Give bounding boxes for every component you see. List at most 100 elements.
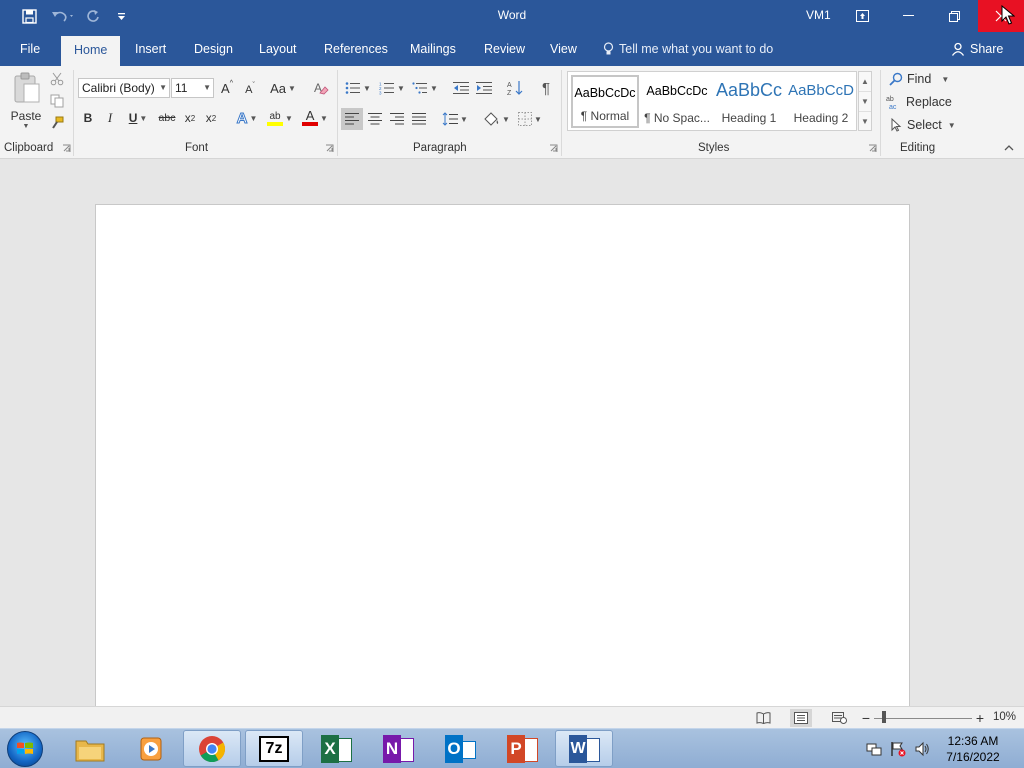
styles-dialog-launcher-icon[interactable] bbox=[868, 144, 877, 153]
style-no-spacing[interactable]: AaBbCcDc ¶ No Spac... bbox=[643, 75, 711, 128]
chevron-down-icon: ▼ bbox=[430, 83, 438, 93]
numbering-button[interactable]: 1 2 3 ▼ bbox=[376, 78, 408, 98]
select-button[interactable]: Select ▼ bbox=[889, 115, 956, 135]
file-explorer-app[interactable] bbox=[61, 730, 119, 767]
underline-letter: U bbox=[128, 111, 138, 125]
powerpoint-app[interactable]: P bbox=[493, 730, 551, 767]
web-layout-icon[interactable] bbox=[828, 709, 850, 727]
ribbon-tab-bar: File Home Insert Design Layout Reference… bbox=[0, 32, 1024, 66]
ribbon-display-options-button[interactable] bbox=[839, 0, 885, 32]
cut-icon[interactable] bbox=[48, 70, 66, 88]
start-button[interactable] bbox=[7, 731, 43, 767]
tab-view[interactable]: View bbox=[550, 42, 577, 56]
format-painter-icon[interactable] bbox=[48, 114, 66, 132]
tab-design[interactable]: Design bbox=[194, 42, 233, 56]
tab-home[interactable]: Home bbox=[61, 36, 121, 66]
media-player-app[interactable] bbox=[122, 730, 180, 767]
tab-mailings[interactable]: Mailings bbox=[410, 42, 456, 56]
tab-references[interactable]: References bbox=[324, 42, 388, 56]
zoom-percentage[interactable]: 10% bbox=[993, 711, 1016, 723]
copy-icon[interactable] bbox=[48, 92, 66, 110]
7zip-app[interactable]: 7z bbox=[245, 730, 303, 767]
styles-gallery-scroll: ▲ ▼ ▼ bbox=[858, 71, 872, 131]
show-formatting-marks-button[interactable]: ¶ bbox=[536, 78, 556, 98]
italic-button[interactable]: I bbox=[101, 108, 119, 128]
print-layout-icon[interactable] bbox=[790, 709, 812, 727]
highlighter-icon: ab bbox=[267, 111, 284, 126]
network-icon[interactable] bbox=[866, 741, 882, 757]
text-effects-button[interactable]: A ▼ bbox=[232, 108, 262, 128]
outlook-app[interactable]: O bbox=[431, 730, 489, 767]
minimize-button[interactable] bbox=[885, 0, 931, 32]
bullets-button[interactable]: ▼ bbox=[342, 78, 374, 98]
zoom-slider[interactable] bbox=[874, 718, 972, 719]
chevron-down-icon: ▼ bbox=[941, 74, 950, 84]
share-button[interactable]: Share bbox=[951, 42, 1003, 56]
excel-app[interactable]: X bbox=[307, 730, 365, 767]
restore-button[interactable] bbox=[931, 0, 977, 32]
grow-font-button[interactable]: A ^ bbox=[218, 78, 236, 98]
sort-icon[interactable]: AZ bbox=[505, 78, 525, 98]
highlight-color-button[interactable]: ab ▼ bbox=[264, 108, 296, 128]
zoom-slider-thumb[interactable] bbox=[881, 711, 886, 723]
clear-formatting-icon[interactable]: A bbox=[311, 78, 331, 98]
style-normal[interactable]: AaBbCcDc ¶ Normal bbox=[571, 75, 639, 128]
outlook-icon: O bbox=[445, 734, 476, 763]
chrome-app[interactable] bbox=[183, 730, 241, 767]
style-sample: AaBbCcD bbox=[788, 82, 854, 99]
shrink-font-button[interactable]: Aˇ bbox=[241, 80, 259, 100]
font-dialog-launcher-icon[interactable] bbox=[325, 144, 334, 153]
paragraph-dialog-launcher-icon[interactable] bbox=[549, 144, 558, 153]
change-case-button[interactable]: Aa ▼ bbox=[268, 78, 298, 98]
read-mode-icon[interactable] bbox=[752, 709, 774, 727]
increase-indent-icon[interactable] bbox=[474, 78, 494, 98]
onenote-app[interactable]: N bbox=[369, 730, 427, 767]
borders-button[interactable]: ▼ bbox=[514, 108, 546, 130]
tab-file[interactable]: File bbox=[20, 42, 40, 56]
more-styles-icon[interactable]: ▼ bbox=[859, 112, 871, 131]
justify-icon bbox=[412, 113, 426, 125]
align-right-button[interactable] bbox=[386, 108, 408, 130]
align-left-button[interactable] bbox=[341, 108, 363, 130]
font-size-combobox[interactable]: 11 ▼ bbox=[171, 78, 214, 98]
zoom-out-icon[interactable]: − bbox=[860, 710, 872, 726]
tell-me-search[interactable]: Tell me what you want to do bbox=[603, 42, 773, 56]
subscript-button[interactable]: x2 bbox=[181, 108, 199, 128]
shading-button[interactable]: ▼ bbox=[480, 108, 512, 130]
paste-button[interactable]: Paste ▼ bbox=[6, 72, 46, 136]
paste-icon bbox=[14, 72, 40, 103]
scroll-down-icon[interactable]: ▼ bbox=[859, 92, 871, 112]
multilevel-list-button[interactable]: ▼ bbox=[410, 78, 440, 98]
style-sample: AaBbCcDc bbox=[574, 86, 636, 100]
tab-insert[interactable]: Insert bbox=[135, 42, 166, 56]
font-name-combobox[interactable]: Calibri (Body) ▼ bbox=[78, 78, 170, 98]
justify-button[interactable] bbox=[408, 108, 430, 130]
style-heading-2[interactable]: AaBbCcD Heading 2 bbox=[787, 75, 855, 128]
system-clock[interactable]: 12:36 AM 7/16/2022 bbox=[940, 733, 1006, 765]
replace-button[interactable]: ab ac Replace bbox=[886, 92, 952, 112]
chevron-down-icon[interactable]: ▼ bbox=[203, 79, 211, 97]
scroll-up-icon[interactable]: ▲ bbox=[859, 72, 871, 92]
superscript-button[interactable]: x2 bbox=[202, 108, 220, 128]
zoom-in-icon[interactable]: + bbox=[974, 710, 986, 726]
line-spacing-button[interactable]: ▼ bbox=[440, 108, 470, 130]
collapse-ribbon-icon[interactable] bbox=[1002, 142, 1016, 154]
strikethrough-button[interactable]: abc bbox=[157, 108, 177, 128]
bold-button[interactable]: B bbox=[79, 108, 97, 128]
action-center-flag-icon[interactable] bbox=[890, 741, 906, 757]
font-color-button[interactable]: A ▼ bbox=[299, 108, 331, 128]
tab-review[interactable]: Review bbox=[484, 42, 525, 56]
underline-button[interactable]: U ▼ bbox=[123, 108, 153, 128]
align-center-button[interactable] bbox=[364, 108, 386, 130]
tab-layout[interactable]: Layout bbox=[259, 42, 297, 56]
word-app[interactable]: W bbox=[555, 730, 613, 767]
volume-icon[interactable] bbox=[914, 741, 930, 757]
chevron-down-icon[interactable]: ▼ bbox=[159, 79, 167, 97]
document-page[interactable] bbox=[95, 204, 910, 714]
style-heading-1[interactable]: AaBbCc Heading 1 bbox=[715, 75, 783, 128]
signed-in-user[interactable]: VM1 bbox=[806, 8, 831, 22]
find-button[interactable]: Find ▼ bbox=[889, 69, 949, 89]
clipboard-dialog-launcher-icon[interactable] bbox=[62, 144, 71, 153]
decrease-indent-icon[interactable] bbox=[451, 78, 471, 98]
excel-letter: X bbox=[321, 734, 339, 763]
